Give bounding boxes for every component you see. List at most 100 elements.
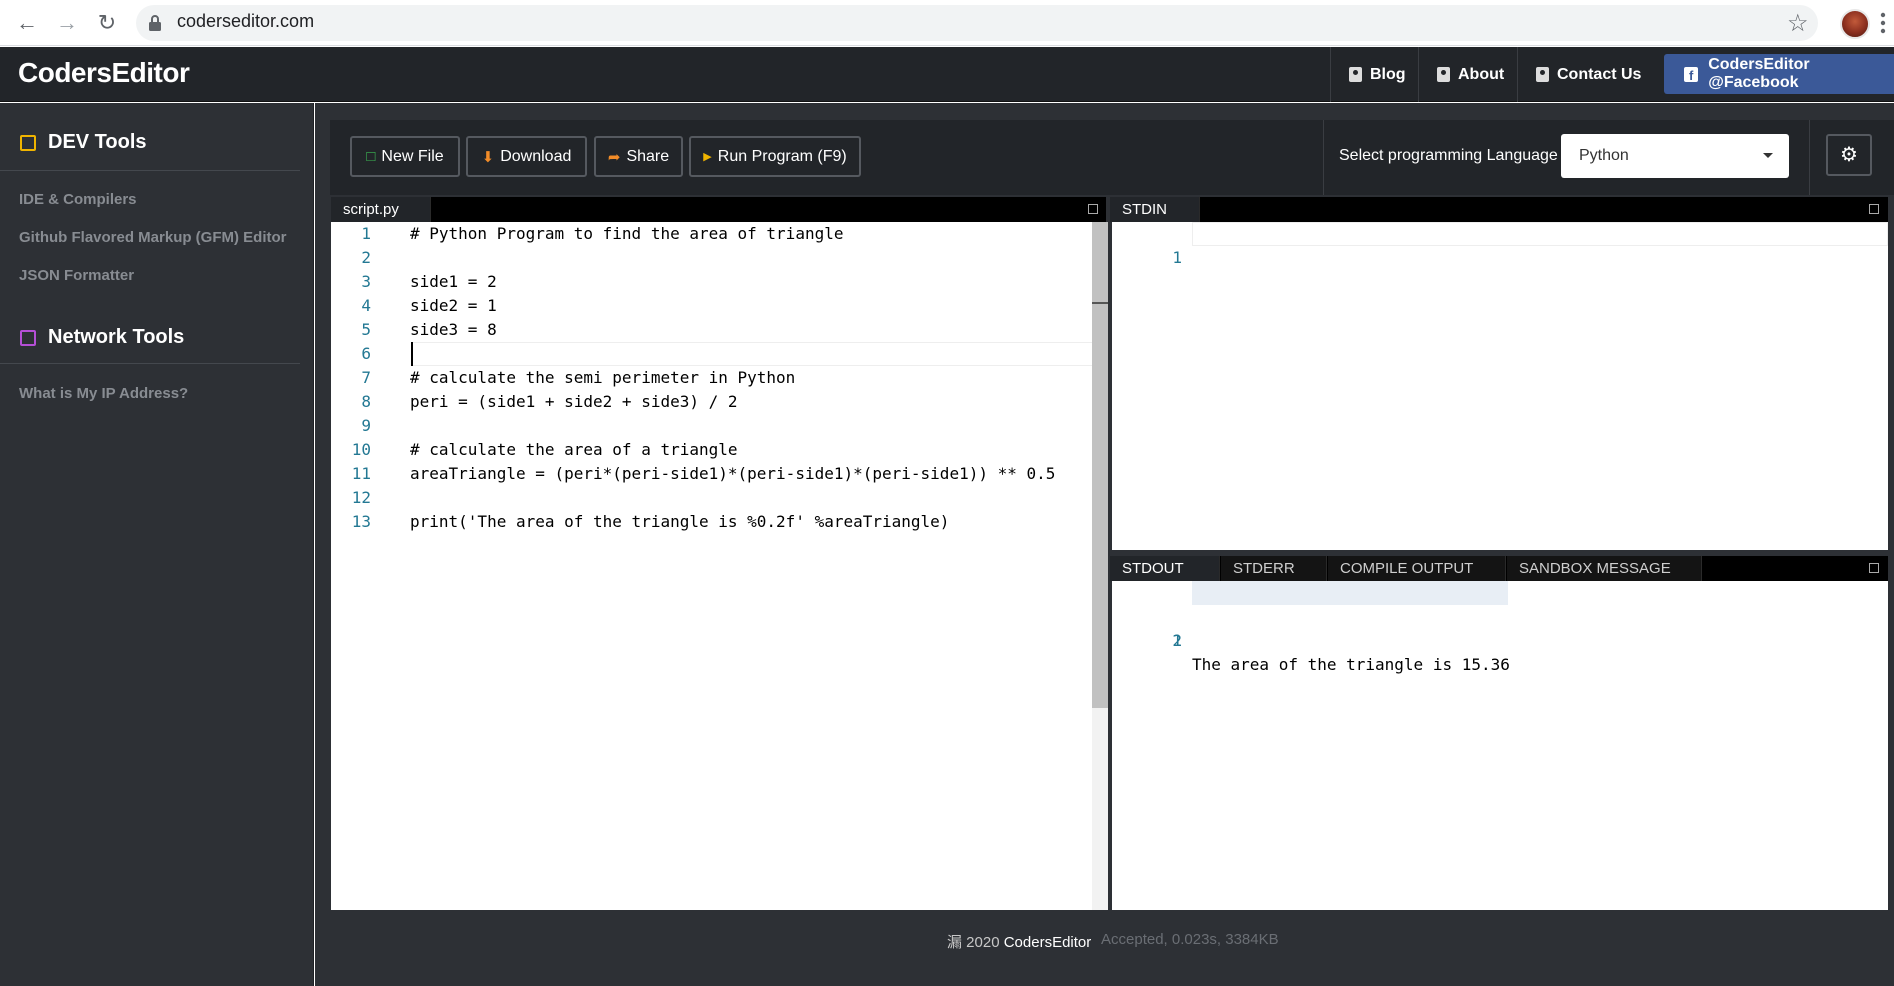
line-number: 11	[351, 464, 371, 483]
code-line: 3 side1 = 2	[331, 270, 1092, 294]
maximize-icon[interactable]	[1869, 204, 1879, 214]
new-file-label: New File	[381, 147, 444, 165]
nav-about-label: About	[1458, 65, 1505, 83]
settings-button[interactable]: ⚙	[1826, 134, 1872, 176]
active-line-highlight	[411, 342, 1092, 366]
reload-icon[interactable]: ↻	[92, 9, 122, 37]
line-number: 7	[361, 368, 371, 387]
line-text: print('The area of the triangle is %0.2f…	[410, 512, 950, 531]
language-value: Python	[1579, 147, 1629, 164]
line-text: # Python Program to find the area of tri…	[410, 224, 844, 243]
language-select[interactable]: Python	[1561, 134, 1789, 178]
maximize-icon[interactable]	[1088, 204, 1098, 214]
line-number: 2	[1172, 631, 1182, 650]
tab-sandbox-message[interactable]: SANDBOX MESSAGE	[1507, 556, 1702, 581]
back-icon[interactable]: ←	[12, 9, 42, 37]
line-text: areaTriangle = (peri*(peri-side1)*(peri-…	[410, 464, 1056, 483]
footer-brand[interactable]: CodersEditor	[1004, 934, 1092, 951]
text-cursor	[411, 342, 413, 366]
browser-toolbar: ← → ↻ coderseditor.com ☆	[0, 0, 1894, 46]
new-file-button[interactable]: □ New File	[350, 136, 460, 177]
line-number: 12	[351, 488, 371, 507]
sidebar-item-ide-compilers[interactable]: IDE & Compilers	[19, 191, 137, 208]
caret-down-icon	[1763, 153, 1773, 158]
code-line: 12	[331, 486, 1092, 510]
bookmark-star-icon[interactable]: ☆	[1787, 9, 1809, 38]
execution-status: Accepted, 0.023s, 3384KB	[1101, 931, 1279, 948]
code-line: 9	[331, 414, 1092, 438]
share-icon: ➦	[607, 148, 621, 166]
facebook-button[interactable]: f CodersEditor @Facebook	[1664, 54, 1894, 94]
nav-contact[interactable]: Contact Us	[1517, 47, 1659, 102]
divider	[0, 170, 300, 171]
blog-icon	[1349, 67, 1362, 82]
code-line: 11 areaTriangle = (peri*(peri-side1)*(per…	[331, 462, 1092, 486]
dev-tools-title: DEV Tools	[48, 131, 147, 153]
tab-script-py[interactable]: script.py	[331, 197, 431, 222]
active-line-highlight	[1192, 222, 1888, 246]
contact-icon	[1536, 67, 1549, 82]
profile-avatar[interactable]	[1840, 9, 1870, 39]
editor-scrollbar-track	[1092, 222, 1108, 910]
tab-stderr[interactable]: STDERR	[1221, 556, 1327, 581]
share-button[interactable]: ➦ Share	[594, 136, 683, 177]
output-line: 2	[1112, 605, 1888, 650]
app-header: CodersEditor Blog About Contact Us f Code…	[0, 47, 1894, 102]
browser-menu-icon[interactable]	[1880, 12, 1886, 34]
address-bar[interactable]	[136, 5, 1818, 41]
network-tools-heading: Network Tools	[20, 326, 184, 349]
line-number: 8	[361, 392, 371, 411]
url-text[interactable]: coderseditor.com	[177, 11, 314, 32]
footer-copyright: 漏 2020 CodersEditor	[947, 931, 1091, 952]
lock-icon	[149, 15, 161, 31]
download-button[interactable]: ⬇ Download	[466, 136, 587, 177]
footer: 漏 2020 CodersEditor Accepted, 0.023s, 33…	[315, 910, 1894, 965]
network-tools-title: Network Tools	[48, 326, 185, 348]
nav-blog[interactable]: Blog	[1330, 47, 1424, 102]
line-number: 4	[361, 296, 371, 315]
gear-icon: ⚙	[1840, 144, 1858, 166]
sidebar: DEV Tools IDE & Compilers Github Flavore…	[0, 103, 314, 986]
sidebar-item-json-formatter[interactable]: JSON Formatter	[19, 267, 134, 284]
toolbar-divider	[1809, 120, 1810, 195]
code-line: 4 side2 = 1	[331, 294, 1092, 318]
maximize-icon[interactable]	[1869, 563, 1879, 573]
tab-compile-output[interactable]: COMPILE OUTPUT	[1328, 556, 1506, 581]
nav-about[interactable]: About	[1418, 47, 1522, 102]
tab-stdout[interactable]: STDOUT	[1110, 556, 1220, 581]
sidebar-item-my-ip[interactable]: What is My IP Address?	[19, 385, 188, 402]
code-editor[interactable]: 1 # Python Program to find the area of tr…	[331, 222, 1092, 910]
sidebar-item-gfm-editor[interactable]: Github Flavored Markup (GFM) Editor	[19, 229, 287, 246]
stdin-editor[interactable]: 1	[1112, 222, 1888, 550]
code-line: 5 side3 = 8	[331, 318, 1092, 342]
line-text: # calculate the area of a triangle	[410, 440, 738, 459]
line-text: # calculate the semi perimeter in Python	[410, 368, 796, 387]
about-icon	[1437, 67, 1450, 82]
tab-stdin[interactable]: STDIN	[1110, 197, 1200, 222]
share-label: Share	[626, 147, 670, 165]
line-number: 1	[1172, 248, 1182, 267]
editor-scrollbar-thumb[interactable]	[1092, 222, 1108, 708]
download-icon: ⬇	[481, 148, 495, 166]
line-text: side2 = 1	[410, 296, 497, 315]
forward-icon[interactable]: →	[52, 9, 82, 37]
divider	[0, 363, 300, 364]
nav-blog-label: Blog	[1370, 65, 1406, 83]
scroll-indicator	[1092, 302, 1108, 304]
toolbar-divider	[1323, 120, 1324, 195]
line-number: 2	[361, 248, 371, 267]
dev-tools-heading: DEV Tools	[20, 131, 147, 154]
line-text: The area of the triangle is 15.36	[1192, 655, 1510, 674]
play-icon: ▶	[703, 151, 712, 163]
code-line: 8 peri = (side1 + side2 + side3) / 2	[331, 390, 1092, 414]
brand-logo[interactable]: CodersEditor	[18, 57, 190, 89]
output-tabbar: STDOUT STDERR COMPILE OUTPUT SANDBOX MES…	[1110, 556, 1888, 581]
run-program-label: Run Program (F9)	[717, 147, 847, 165]
line-text: side1 = 2	[410, 272, 497, 291]
copyright-text: 漏 2020	[947, 934, 1000, 951]
run-program-button[interactable]: ▶ Run Program (F9)	[689, 136, 861, 177]
stdout-viewer[interactable]: 1 The area of the triangle is 15.36 2	[1112, 581, 1888, 910]
file-icon: □	[366, 148, 376, 165]
language-label: Select programming Language	[1339, 147, 1558, 164]
editor-tabbar: script.py	[331, 197, 1106, 222]
